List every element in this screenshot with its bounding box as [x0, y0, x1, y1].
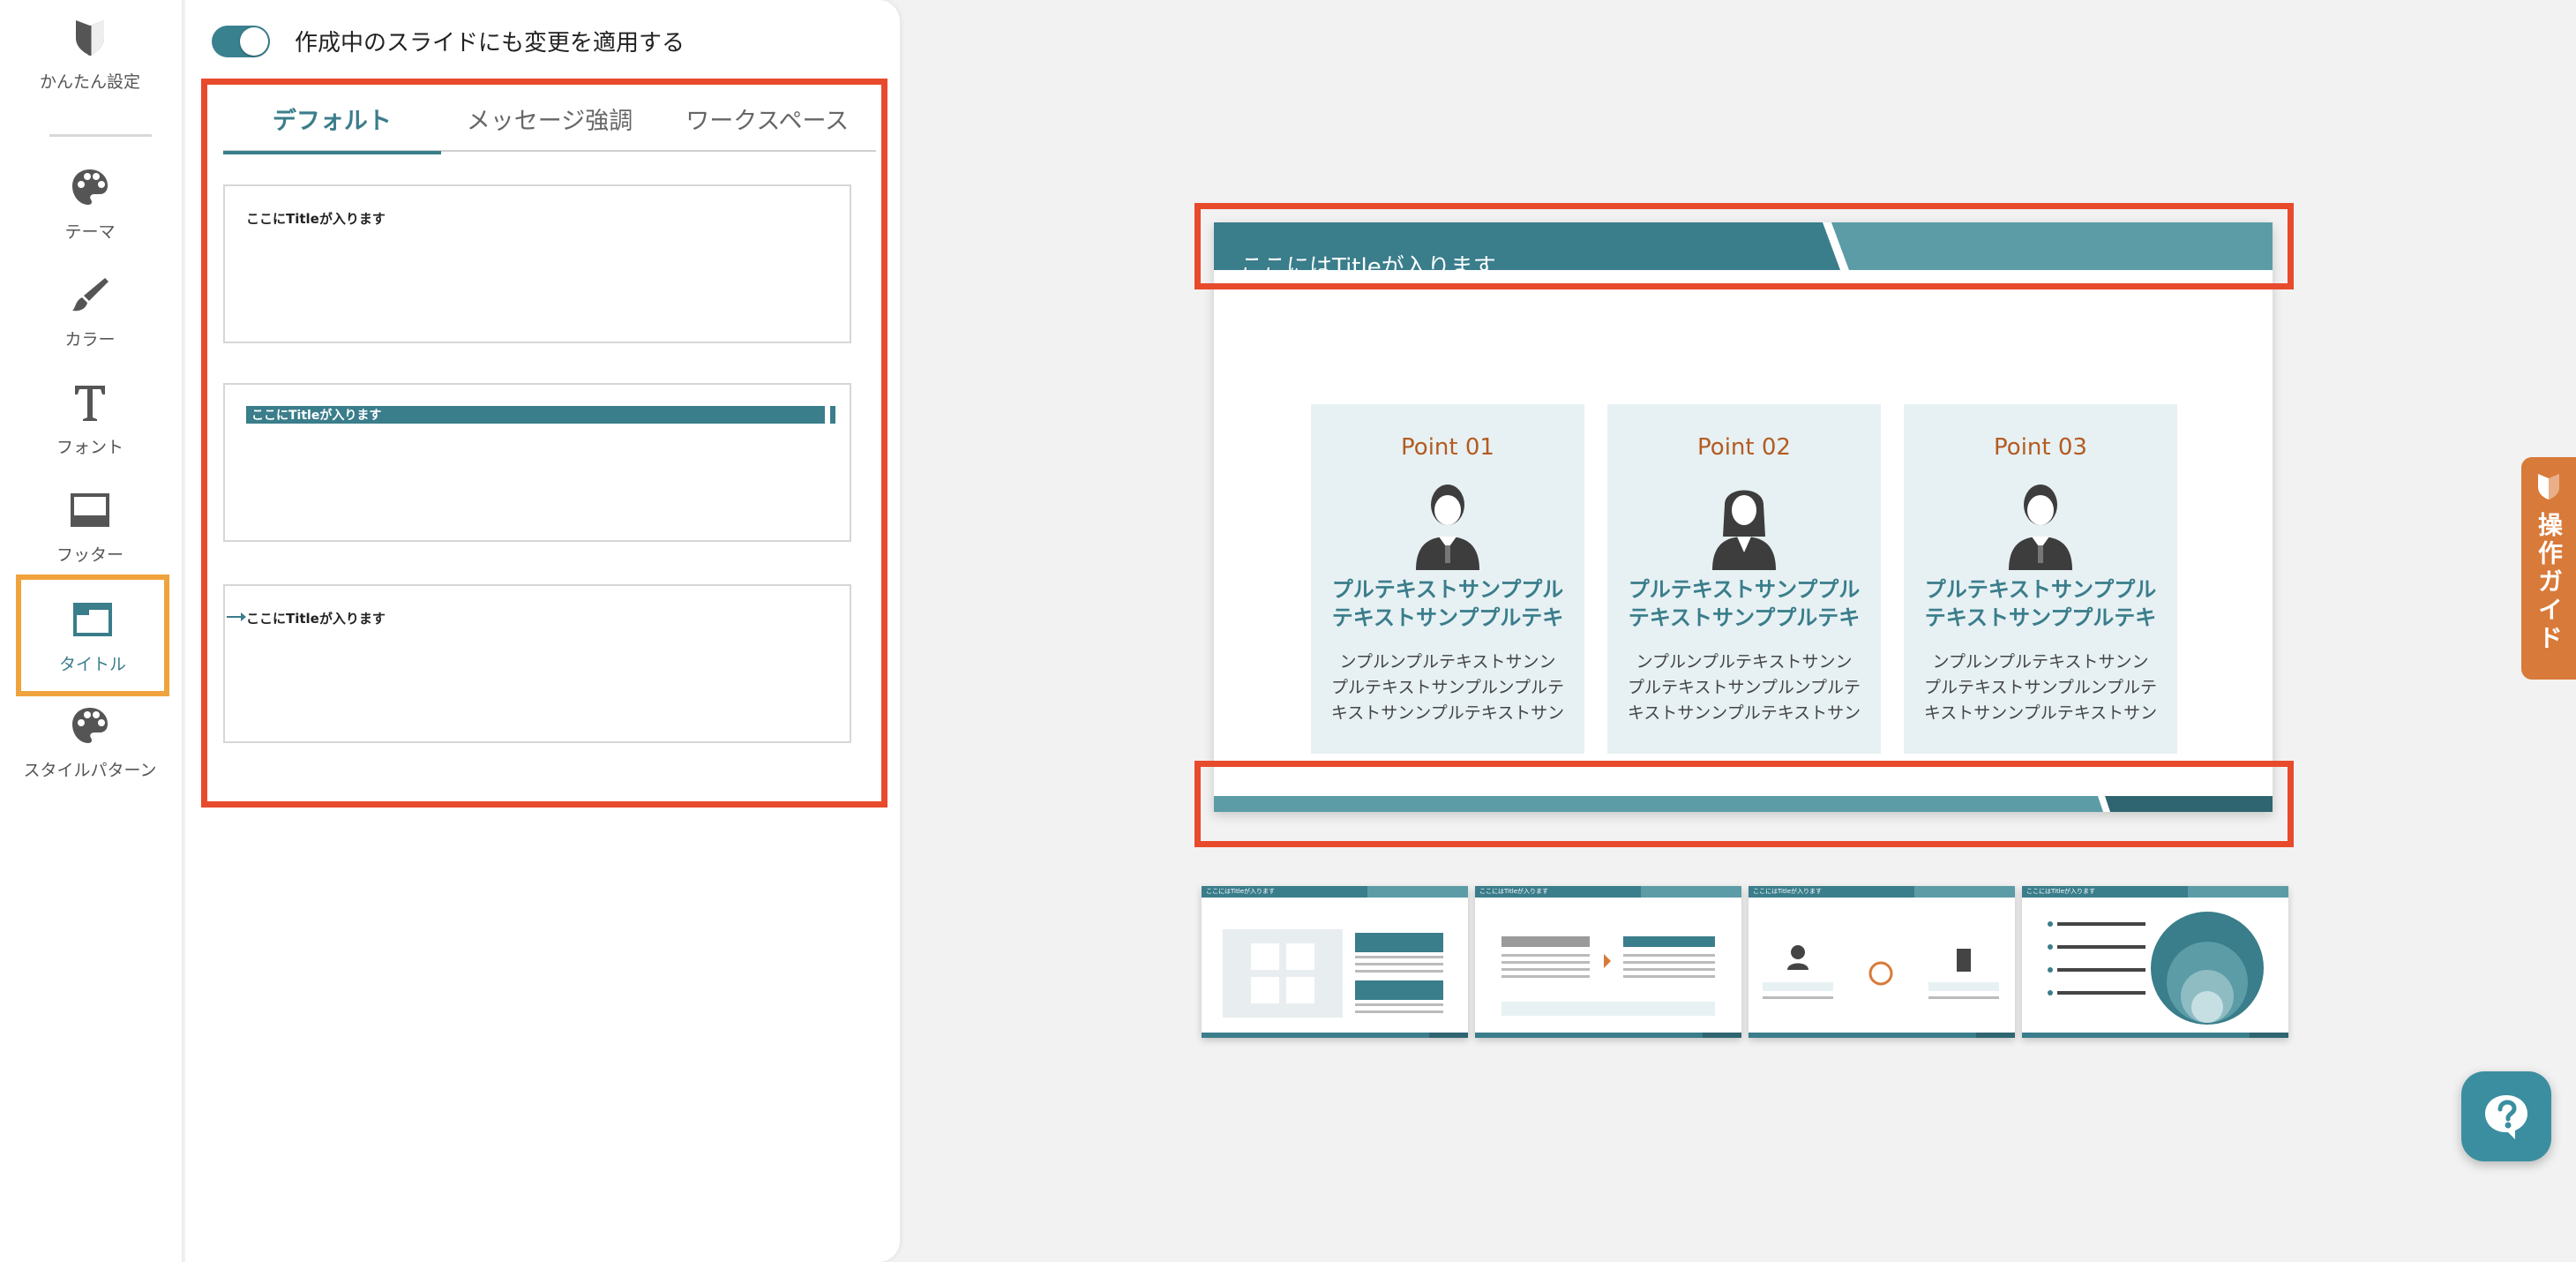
operation-guide-label: 操作ガイド — [2535, 512, 2564, 653]
thumbnail-content — [1223, 929, 1443, 1018]
sidebar-item-easy-setup[interactable]: かんたん設定 — [0, 0, 180, 106]
title-option-arrow[interactable]: ここにTitleが入ります — [223, 584, 851, 743]
slide-thumbnail[interactable]: ここにはTitleが入ります — [1202, 886, 1468, 1038]
title-style-selection: デフォルト メッセージ強調 ワークスペース ここにTitleが入ります ここにT… — [201, 79, 887, 808]
option-title-text: ここにTitleが入ります — [246, 611, 386, 627]
point-body: ンプルンプルテキストサンン プルテキストサンプルンプルテ キストサンンプルテキス… — [1330, 652, 1565, 723]
title-option-bar[interactable]: ここにTitleが入ります — [223, 383, 851, 542]
option-title-bar: ここにTitleが入ります — [246, 406, 825, 424]
point-heading: プルテキストサンププル テキストサンププルテキ — [1628, 577, 1861, 630]
sidebar-item-label: かんたん設定 — [39, 71, 140, 92]
thumbnail-title: ここにはTitleが入ります — [2026, 888, 2096, 895]
tab-default[interactable]: デフォルト — [223, 85, 441, 154]
sidebar-item-label: タイトル — [58, 654, 126, 674]
businesswoman-icon — [1712, 490, 1776, 570]
businessman-icon — [2009, 485, 2072, 570]
sidebar: かんたん設定 テーマ カラー フォント フッター タイトル スタイルパターン — [0, 0, 183, 1262]
toggle-knob — [240, 26, 268, 56]
sidebar-item-title[interactable]: タイトル — [16, 575, 169, 696]
sidebar-item-theme[interactable]: テーマ — [0, 150, 180, 256]
sidebar-divider — [49, 134, 152, 137]
footer-area-highlight — [1194, 761, 2294, 847]
shield-icon — [2535, 471, 2562, 505]
footer-icon — [67, 487, 113, 533]
point-card: Point 02 プルテキストサンププル テキストサンププルテキ ンプルンプルテ… — [1607, 404, 1881, 754]
option-title-text: ここにTitleが入ります — [246, 211, 386, 227]
apply-changes-row: 作成中のスライドにも変更を適用する — [212, 25, 685, 57]
point-body: ンプルンプルテキストサンン プルテキストサンプルンプルテ キストサンンプルテキス… — [1923, 652, 2158, 723]
thumbnail-content — [2048, 912, 2264, 1025]
arrow-icon — [227, 612, 246, 621]
sidebar-item-label: カラー — [64, 329, 116, 349]
brush-icon — [67, 272, 113, 318]
point-body: ンプルンプルテキストサンン プルテキストサンプルンプルテ キストサンンプルテキス… — [1627, 652, 1861, 723]
businessman-icon — [1416, 485, 1479, 570]
slide-thumbnail[interactable]: ここにはTitleが入ります — [2022, 886, 2288, 1038]
title-area-highlight — [1194, 203, 2294, 289]
shield-icon — [67, 14, 113, 60]
operation-guide-tab[interactable]: 操作ガイド — [2521, 457, 2576, 680]
point-label: Point 01 — [1401, 434, 1494, 461]
sidebar-item-label: スタイルパターン — [23, 760, 157, 780]
sidebar-item-font[interactable]: フォント — [0, 365, 180, 471]
slide-thumbnail[interactable]: ここにはTitleが入ります — [1749, 886, 2015, 1038]
thumbnail-content — [1501, 936, 1715, 1016]
sidebar-item-style-pattern[interactable]: スタイルパターン — [0, 688, 180, 794]
help-chat-button[interactable] — [2461, 1071, 2551, 1161]
title-style-tabs: デフォルト メッセージ強調 ワークスペース — [223, 85, 876, 154]
option-title-text: ここにTitleが入ります — [251, 409, 382, 423]
thumbnail-title: ここにはTitleが入ります — [1206, 888, 1276, 895]
slide-thumbnail[interactable]: ここにはTitleが入ります — [1475, 886, 1741, 1038]
apply-changes-toggle[interactable] — [212, 25, 270, 57]
title-settings-panel: 作成中のスライドにも変更を適用する デフォルト メッセージ強調 ワークスペース … — [185, 0, 900, 1262]
tab-workspace[interactable]: ワークスペース — [658, 85, 876, 152]
thumbnail-title: ここにはTitleが入ります — [1479, 888, 1549, 895]
sidebar-item-color[interactable]: カラー — [0, 258, 180, 364]
font-icon — [67, 379, 113, 425]
point-label: Point 03 — [1994, 434, 2087, 461]
point-card: Point 01 プルテキストサンププル テキストサンププルテキ ンプルンプルテ… — [1311, 404, 1584, 754]
tab-message-emphasis[interactable]: メッセージ強調 — [441, 85, 659, 152]
thumbnail-title: ここにはTitleが入ります — [1753, 888, 1823, 895]
slide-preview: ここにはTitleが入ります Point 01 プルテキストサンププル テキスト… — [1214, 222, 2273, 812]
sidebar-item-footer[interactable]: フッター — [0, 473, 180, 579]
option-title-bar-tail — [830, 406, 835, 424]
title-layout-icon — [70, 597, 116, 642]
point-heading: プルテキストサンププル テキストサンププルテキ — [1924, 577, 2157, 630]
thumbnail-content — [1763, 945, 1999, 999]
sidebar-item-label: テーマ — [64, 222, 116, 242]
sidebar-item-label: フォント — [56, 437, 124, 457]
palette-icon — [67, 702, 113, 748]
apply-changes-label: 作成中のスライドにも変更を適用する — [295, 30, 685, 56]
question-chat-icon — [2485, 1095, 2527, 1139]
point-heading: プルテキストサンププル テキストサンププルテキ — [1331, 577, 1564, 630]
point-label: Point 02 — [1697, 434, 1791, 461]
palette-icon — [67, 164, 113, 210]
point-card: Point 03 プルテキストサンププル テキストサンププルテキ ンプルンプルテ… — [1904, 404, 2177, 754]
title-option-plain[interactable]: ここにTitleが入ります — [223, 184, 851, 343]
sidebar-item-label: フッター — [56, 545, 124, 565]
